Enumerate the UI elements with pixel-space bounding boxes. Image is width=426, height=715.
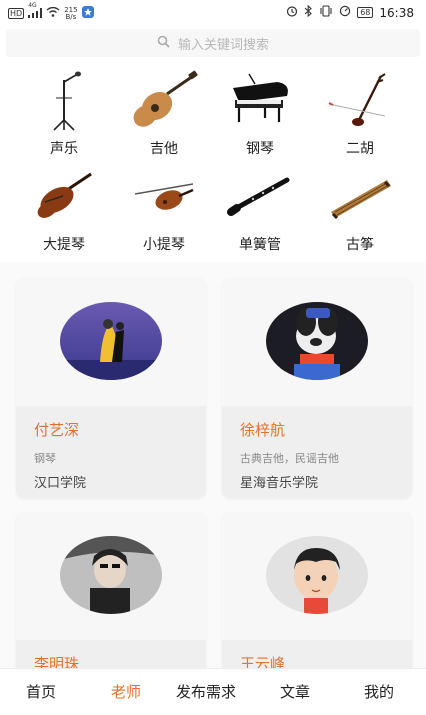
tab-post-request[interactable]: 发布需求	[176, 681, 236, 702]
search-icon	[157, 35, 170, 52]
avatar	[266, 536, 368, 614]
teacher-card[interactable]: 徐梓航 古典吉他，民谣吉他 星海音乐学院	[222, 278, 412, 498]
teacher-school: 汉口学院	[34, 476, 87, 491]
tab-articles[interactable]: 文章	[280, 681, 310, 702]
network-type: 4G	[28, 1, 37, 9]
card-info: 徐梓航 古典吉他，民谣吉他 星海音乐学院	[222, 406, 412, 498]
teacher-card[interactable]: 李明珠	[16, 512, 206, 682]
hd-badge: HD	[8, 8, 25, 19]
teacher-subject: 钢琴	[34, 452, 56, 465]
tab-teachers[interactable]: 老师	[111, 681, 141, 702]
wifi-icon	[46, 6, 60, 20]
teacher-card[interactable]: 王云峰	[222, 512, 412, 682]
alarm-icon	[286, 5, 298, 20]
teacher-name: 徐梓航	[240, 421, 286, 439]
search-placeholder: 输入关键词搜索	[177, 37, 269, 53]
network-speed: 215 B/s	[64, 6, 77, 21]
cello-icon	[14, 166, 114, 228]
category-clarinet[interactable]: 单簧管	[210, 166, 310, 256]
avatar	[60, 536, 162, 614]
category-violin[interactable]: 小提琴	[114, 166, 214, 256]
category-label: 单簧管	[239, 237, 281, 253]
data-saver-icon	[339, 5, 351, 20]
tab-home[interactable]: 首页	[26, 681, 56, 702]
erhu-icon	[310, 70, 410, 132]
category-guzheng[interactable]: 古筝	[310, 166, 410, 256]
app-notification-icon	[81, 6, 94, 21]
signal-icon: 4G	[28, 2, 43, 20]
search-input[interactable]: 输入关键词搜索	[6, 29, 420, 57]
category-label: 小提琴	[143, 237, 185, 253]
search-bar-container: 输入关键词搜索	[0, 26, 426, 64]
card-header	[16, 278, 206, 406]
instrument-category-grid: 声乐 吉他 钢琴 二胡 大提琴 小提琴 单簧管 古筝	[0, 70, 426, 256]
category-label: 钢琴	[246, 141, 274, 157]
card-header	[16, 512, 206, 640]
status-right: 68 16:38	[286, 4, 414, 20]
avatar	[60, 302, 162, 380]
clarinet-icon	[210, 166, 310, 228]
guzheng-icon	[310, 166, 410, 228]
category-piano[interactable]: 钢琴	[210, 70, 310, 160]
category-label: 吉他	[150, 141, 178, 157]
microphone-stand-icon	[14, 70, 114, 132]
bottom-tab-bar: 首页 老师 发布需求 文章 我的	[0, 668, 426, 715]
teacher-list: 付艺深 钢琴 汉口学院 徐梓航 古典吉他，民谣吉他 星海音乐学院 李明珠 王云峰	[0, 262, 426, 682]
avatar	[266, 302, 368, 380]
teacher-subject: 古典吉他，民谣吉他	[240, 452, 339, 465]
card-header	[222, 278, 412, 406]
status-bar: HD 4G 215 B/s 68 16:38	[0, 0, 426, 26]
category-label: 声乐	[50, 141, 78, 157]
grand-piano-icon	[210, 70, 310, 132]
clock: 16:38	[379, 5, 414, 20]
violin-icon	[114, 166, 214, 228]
teacher-school: 星海音乐学院	[240, 476, 319, 491]
category-guitar[interactable]: 吉他	[114, 70, 214, 160]
category-cello[interactable]: 大提琴	[14, 166, 114, 256]
bluetooth-icon	[304, 4, 313, 20]
card-info: 付艺深 钢琴 汉口学院	[16, 406, 206, 498]
card-header	[222, 512, 412, 640]
teacher-card[interactable]: 付艺深 钢琴 汉口学院	[16, 278, 206, 498]
guitar-icon	[114, 70, 214, 132]
vibrate-icon	[319, 5, 333, 20]
category-erhu[interactable]: 二胡	[310, 70, 410, 160]
teacher-name: 付艺深	[34, 421, 80, 439]
status-left: HD 4G 215 B/s	[8, 2, 94, 21]
category-label: 古筝	[346, 237, 374, 253]
category-label: 二胡	[346, 141, 374, 157]
speed-unit: B/s	[65, 12, 77, 21]
battery-icon: 68	[357, 7, 374, 18]
category-label: 大提琴	[43, 237, 85, 253]
tab-profile[interactable]: 我的	[364, 681, 394, 702]
category-vocal[interactable]: 声乐	[14, 70, 114, 160]
